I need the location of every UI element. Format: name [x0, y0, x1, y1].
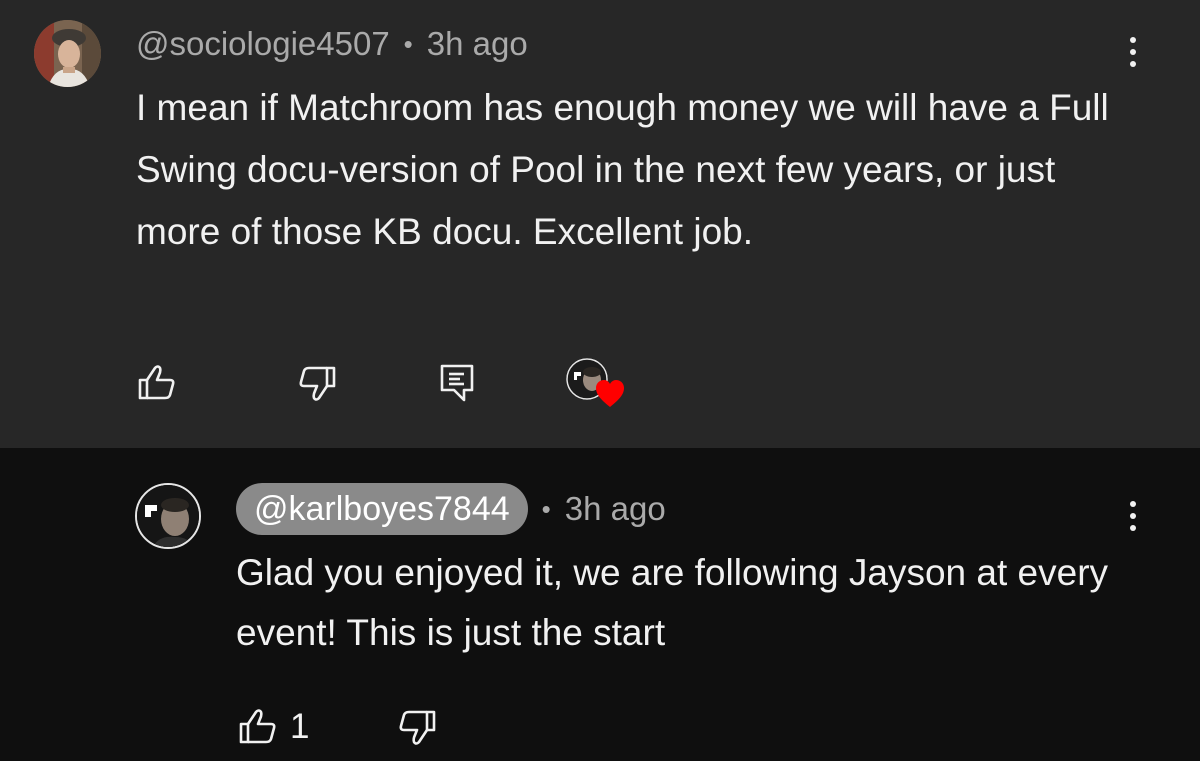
reply-like-button[interactable] — [236, 704, 282, 750]
reply-like-count: 1 — [290, 707, 310, 746]
reply-dislike-button[interactable] — [393, 704, 439, 750]
more-options-icon[interactable] — [1118, 30, 1148, 74]
reply-icon — [440, 364, 474, 402]
comment-author[interactable]: @sociologie4507 — [136, 25, 390, 63]
reply-text: Glad you enjoyed it, we are following Ja… — [236, 552, 1109, 653]
reply-timestamp[interactable]: 3h ago — [565, 490, 666, 528]
thumbs-down-icon — [399, 710, 436, 745]
comments-panel: @sociologie4507 • 3h ago I mean if Match… — [0, 0, 1200, 761]
heart-icon — [596, 380, 624, 407]
reply-button[interactable] — [434, 360, 480, 406]
reply-header: @karlboyes7844 • 3h ago — [236, 482, 666, 536]
reply-author-avatar[interactable] — [135, 483, 201, 549]
comment-timestamp[interactable]: 3h ago — [427, 25, 528, 63]
dislike-button[interactable] — [293, 360, 339, 406]
creator-heart-badge — [566, 358, 628, 414]
thumbs-up-icon — [138, 365, 175, 400]
thumbs-up-icon — [239, 709, 276, 744]
meta-separator: • — [403, 28, 413, 59]
comment-thread-highlighted: @sociologie4507 • 3h ago I mean if Match… — [0, 0, 1200, 448]
meta-separator: • — [541, 493, 551, 524]
creator-author-chip[interactable]: @karlboyes7844 — [236, 483, 528, 535]
like-button[interactable] — [135, 360, 181, 406]
commenter-avatar[interactable] — [34, 20, 101, 87]
comment-header: @sociologie4507 • 3h ago — [136, 22, 528, 66]
comment-text: I mean if Matchroom has enough money we … — [136, 87, 1109, 252]
thumbs-down-icon — [299, 366, 336, 401]
reply-more-options-icon[interactable] — [1118, 494, 1148, 538]
